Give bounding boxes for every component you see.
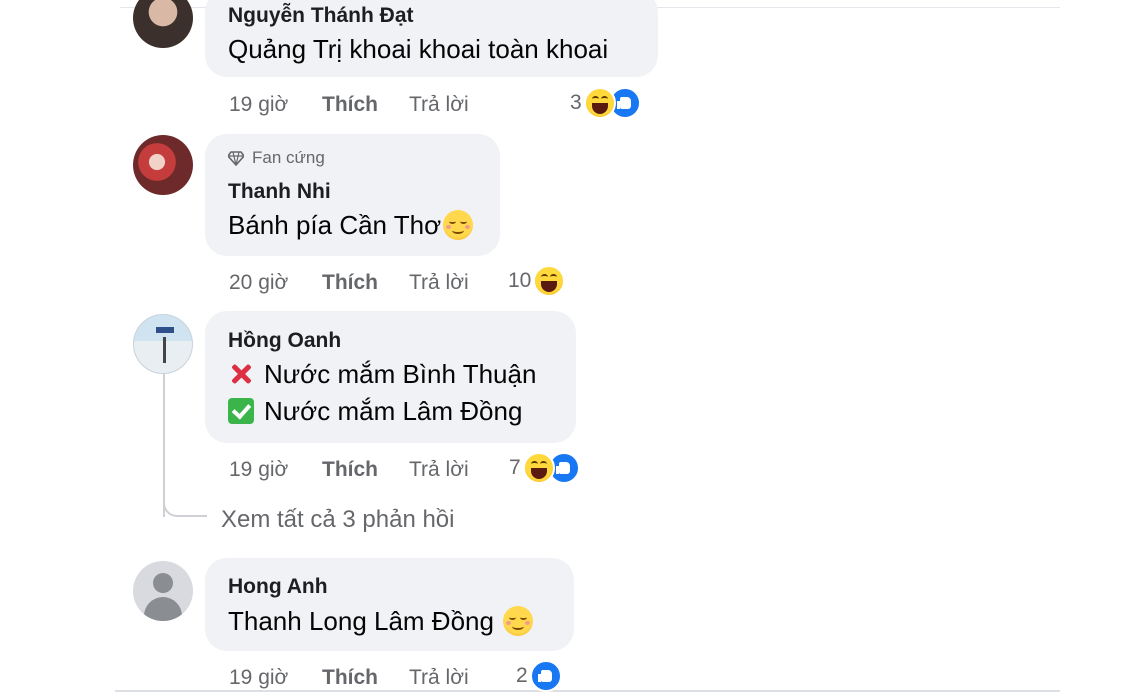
like-button[interactable]: Thích (322, 271, 378, 295)
reaction-summary[interactable]: 3 (570, 87, 641, 119)
diamond-icon (228, 151, 244, 166)
comment-bubble: Hồng Oanh Nước mắm Bình Thuận Nước mắm L… (205, 311, 576, 443)
comment-author[interactable]: Nguyễn Thánh Đạt (228, 4, 414, 28)
reply-button[interactable]: Trả lời (409, 458, 469, 482)
badge-label: Fan cứng (252, 148, 325, 167)
avatar[interactable] (133, 314, 193, 374)
comment-text: Quảng Trị khoai khoai toàn khoai (228, 34, 609, 64)
comment-text: Bánh pía Cần Thơ (228, 210, 442, 240)
comment-bubble: Fan cứng Thanh Nhi Bánh pía Cần Thơ (205, 134, 500, 256)
reaction-count: 7 (509, 456, 521, 479)
comment-line: Nước mắm Bình Thuận (228, 359, 536, 390)
comment-time[interactable]: 19 giờ (229, 666, 288, 690)
avatar[interactable] (133, 135, 193, 195)
smiling-face-emoji-icon (503, 606, 534, 636)
like-button[interactable]: Thích (322, 666, 378, 690)
haha-reaction-icon (533, 265, 566, 297)
comment-text: Nước mắm Lâm Đồng (264, 396, 523, 426)
comment-text-line: Thanh Long Lâm Đồng (228, 606, 534, 637)
haha-reaction-icon (583, 87, 616, 119)
comment-text: Nước mắm Bình Thuận (264, 359, 537, 389)
view-all-replies-link[interactable]: Xem tất cả 3 phản hồi (221, 506, 454, 534)
default-avatar-icon[interactable] (133, 561, 193, 621)
reaction-count: 3 (570, 91, 582, 114)
avatar[interactable] (133, 0, 193, 48)
comment-author[interactable]: Hồng Oanh (228, 329, 341, 353)
comment-text-line: Bánh pía Cần Thơ (228, 210, 474, 241)
fan-badge[interactable]: Fan cứng (228, 148, 325, 168)
reaction-summary[interactable]: 10 (508, 265, 566, 297)
check-mark-icon (228, 398, 254, 424)
comment-bubble: Hong Anh Thanh Long Lâm Đồng (205, 558, 574, 651)
haha-reaction-icon (522, 452, 555, 484)
reaction-count: 2 (516, 664, 528, 687)
comment-line: Nước mắm Lâm Đồng (228, 396, 522, 427)
reaction-summary[interactable]: 7 (509, 452, 580, 484)
reply-button[interactable]: Trả lời (409, 271, 469, 295)
cross-mark-icon (228, 361, 254, 387)
like-button[interactable]: Thích (322, 93, 378, 117)
reaction-count: 10 (508, 269, 532, 292)
comment-time[interactable]: 19 giờ (229, 93, 288, 117)
reply-button[interactable]: Trả lời (409, 93, 469, 117)
like-button[interactable]: Thích (322, 458, 378, 482)
bottom-divider (115, 690, 1060, 692)
relieved-face-emoji-icon (443, 210, 474, 240)
comment-bubble: Nguyễn Thánh Đạt Quảng Trị khoai khoai t… (205, 0, 658, 77)
thread-line (163, 374, 165, 517)
comment-time[interactable]: 20 giờ (229, 271, 288, 295)
comment-text: Thanh Long Lâm Đồng (228, 606, 494, 636)
reaction-summary[interactable]: 2 (516, 660, 562, 692)
reply-button[interactable]: Trả lời (409, 666, 469, 690)
like-reaction-icon (529, 660, 562, 692)
comment-time[interactable]: 19 giờ (229, 458, 288, 482)
comment-author[interactable]: Thanh Nhi (228, 180, 331, 204)
comment-author[interactable]: Hong Anh (228, 575, 328, 599)
thread-connector (163, 502, 207, 517)
